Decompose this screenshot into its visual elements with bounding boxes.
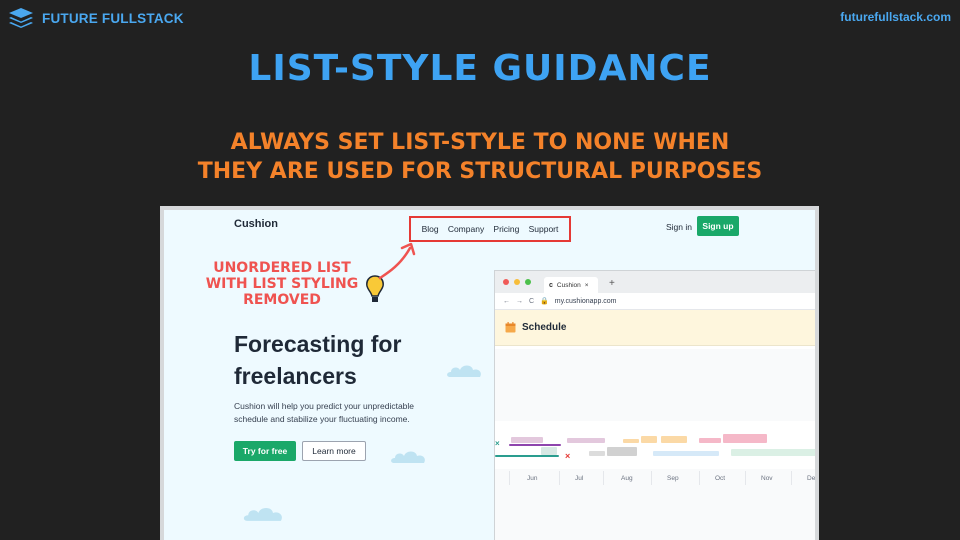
site-url[interactable]: futurefullstack.com bbox=[840, 10, 951, 24]
tab-label: Cushion bbox=[556, 281, 581, 289]
timeline-bar[interactable] bbox=[511, 437, 543, 443]
annotation-line: REMOVED bbox=[243, 292, 321, 308]
minimize-dot[interactable] bbox=[514, 279, 520, 285]
close-dot[interactable] bbox=[503, 279, 509, 285]
timeline-line bbox=[495, 455, 559, 457]
timeline-bar[interactable] bbox=[641, 436, 657, 443]
maximize-dot[interactable] bbox=[525, 279, 531, 285]
highlighted-nav-list: Blog Company Pricing Support bbox=[409, 216, 571, 242]
reload-icon[interactable]: C bbox=[529, 298, 534, 305]
forward-icon[interactable]: → bbox=[516, 298, 523, 305]
timeline-bar[interactable] bbox=[661, 436, 687, 443]
hero-title: Forecasting for freelancers bbox=[234, 328, 401, 392]
month-label: Nov bbox=[761, 475, 773, 482]
timeline-bar[interactable] bbox=[623, 439, 639, 443]
cushion-favicon: c bbox=[549, 281, 553, 289]
month-label: Jul bbox=[575, 475, 584, 482]
back-icon[interactable]: ← bbox=[503, 298, 510, 305]
annotation-line: UNORDERED LIST bbox=[213, 260, 351, 276]
learn-more-button[interactable]: Learn more bbox=[302, 441, 366, 461]
timeline-bar[interactable] bbox=[567, 438, 605, 443]
cloud-decoration bbox=[243, 507, 282, 521]
nav-item-support[interactable]: Support bbox=[529, 224, 559, 234]
annotation-line: WITH LIST STYLING bbox=[205, 276, 359, 292]
browser-tab[interactable]: c Cushion × bbox=[544, 277, 598, 293]
schedule-timeline: × × bbox=[495, 421, 815, 469]
month-label: Jun bbox=[527, 475, 538, 482]
brand-name: FUTURE FULLSTACK bbox=[42, 10, 184, 26]
slide-title: LIST-STYLE GUIDANCE bbox=[248, 48, 712, 89]
timeline-bar[interactable] bbox=[699, 438, 721, 443]
timeline-bar[interactable] bbox=[541, 447, 557, 455]
calendar-icon bbox=[505, 322, 516, 333]
timeline-bar[interactable] bbox=[731, 449, 815, 456]
timeline-bar[interactable] bbox=[653, 451, 719, 456]
curved-arrow-icon bbox=[378, 242, 416, 280]
subtitle-line: THEY ARE USED FOR STRUCTURAL PURPOSES bbox=[197, 159, 763, 184]
nav-item-company[interactable]: Company bbox=[448, 224, 484, 234]
month-label: Oct bbox=[715, 475, 726, 482]
address-bar: ← → C 🔒 my.cushionapp.com bbox=[495, 293, 815, 310]
timeline-line bbox=[509, 444, 561, 446]
new-tab-icon[interactable]: + bbox=[609, 278, 615, 289]
slide-subtitle: ALWAYS SET LIST-STYLE TO NONE WHEN THEY … bbox=[0, 128, 960, 186]
nav-item-blog[interactable]: Blog bbox=[422, 224, 439, 234]
month-axis: Jun Jul Aug Sep Oct Nov De bbox=[495, 471, 816, 487]
nav-item-pricing[interactable]: Pricing bbox=[493, 224, 519, 234]
hero-title-line: Forecasting for bbox=[234, 331, 402, 357]
timeline-marker-icon: × bbox=[565, 451, 571, 461]
schedule-title: Schedule bbox=[522, 322, 567, 333]
schedule-header: Schedule bbox=[495, 310, 815, 346]
close-tab-icon[interactable]: × bbox=[585, 282, 589, 289]
timeline-bar[interactable] bbox=[607, 447, 637, 456]
timeline-bar[interactable] bbox=[589, 451, 605, 456]
annotation: UNORDERED LIST WITH LIST STYLING REMOVED bbox=[192, 260, 372, 308]
layers-icon bbox=[9, 8, 33, 28]
lock-icon: 🔒 bbox=[540, 298, 549, 305]
browser-window: c Cushion × + ← → C 🔒 my.cushionapp.com … bbox=[494, 270, 816, 540]
month-label: De bbox=[807, 475, 816, 482]
cloud-decoration bbox=[447, 365, 481, 377]
brand: FUTURE FULLSTACK bbox=[8, 7, 184, 29]
sign-up-button[interactable]: Sign up bbox=[697, 216, 739, 236]
timeline-marker-icon: × bbox=[495, 439, 500, 448]
try-for-free-button[interactable]: Try for free bbox=[234, 441, 296, 461]
hero-title-line: freelancers bbox=[234, 363, 357, 389]
month-label: Sep bbox=[667, 475, 679, 482]
embedded-screenshot: Cushion Blog Company Pricing Support Sig… bbox=[160, 206, 819, 540]
browser-tab-bar: c Cushion × + bbox=[495, 271, 815, 293]
sign-in-link[interactable]: Sign in bbox=[666, 222, 692, 232]
cushion-logo[interactable]: Cushion bbox=[234, 218, 278, 230]
cloud-decoration bbox=[391, 451, 425, 463]
subtitle-line: ALWAYS SET LIST-STYLE TO NONE WHEN bbox=[230, 130, 730, 155]
url-text[interactable]: my.cushionapp.com bbox=[555, 298, 617, 305]
hero-description: Cushion will help you predict your unpre… bbox=[234, 401, 415, 424]
month-label: Aug bbox=[621, 475, 633, 482]
timeline-bar[interactable] bbox=[723, 434, 767, 443]
